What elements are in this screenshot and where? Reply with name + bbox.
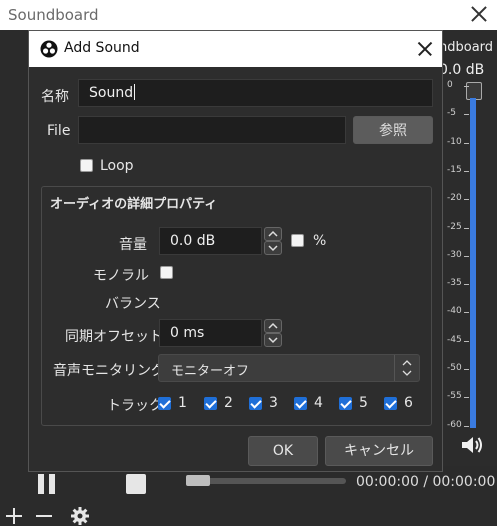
chevron-up-icon <box>268 322 278 329</box>
chevron-down-icon <box>268 245 278 252</box>
cancel-button[interactable]: キャンセル <box>325 436 433 466</box>
meter-tick-label: -20 <box>447 193 469 204</box>
browse-button[interactable]: 参照 <box>353 116 433 144</box>
meter-tick-label: -55 <box>447 391 469 402</box>
soundboard-title: Soundboard <box>8 6 99 24</box>
gear-icon[interactable] <box>70 506 90 526</box>
text-caret <box>134 84 136 100</box>
remove-icon[interactable] <box>36 515 52 517</box>
close-icon[interactable] <box>417 41 433 57</box>
track-3-label: 3 <box>269 395 278 411</box>
monitoring-label: 音声モニタリング <box>53 363 165 379</box>
balance-label: バランス <box>105 296 161 312</box>
tracks-row: 1 2 3 4 5 6 <box>158 395 428 415</box>
file-label: File <box>47 123 71 139</box>
volume-spinbox[interactable]: 0.0 dB <box>159 227 262 255</box>
sync-offset-label: 同期オフセット <box>65 329 163 345</box>
track-6-checkbox[interactable] <box>384 397 397 410</box>
track-1-label: 1 <box>178 395 187 411</box>
meter-tick-label: -40 <box>447 306 469 317</box>
monitoring-value: モニターオフ <box>171 364 250 379</box>
volume-value: 0.0 dB <box>170 233 216 249</box>
name-value: Sound <box>89 85 134 101</box>
mono-label: モノラル <box>93 268 149 284</box>
soundboard-titlebar: Soundboard <box>0 0 497 30</box>
meter-tick-label: -45 <box>447 334 469 345</box>
speaker-icon[interactable] <box>460 434 484 456</box>
chevron-up-icon <box>268 230 278 237</box>
dialog-titlebar: Add Sound <box>29 31 442 67</box>
meter-tick-label: -10 <box>447 136 469 147</box>
panel-header: ndboard <box>439 40 494 55</box>
sync-offset-spinbox[interactable]: 0 ms <box>159 319 262 347</box>
mono-checkbox[interactable] <box>160 266 173 279</box>
sync-offset-decrement-button[interactable] <box>264 333 282 347</box>
sync-offset-increment-button[interactable] <box>264 319 282 333</box>
name-input[interactable]: Sound <box>78 79 433 107</box>
close-icon[interactable] <box>471 5 487 23</box>
chevron-down-icon <box>268 337 278 344</box>
sync-offset-spin-buttons <box>264 319 282 347</box>
meter-tick-label: 0 <box>447 80 469 90</box>
track-4-checkbox[interactable] <box>294 397 307 410</box>
track-2-checkbox[interactable] <box>204 397 217 410</box>
track-6-label: 6 <box>404 395 413 411</box>
pause-icon[interactable] <box>36 474 58 494</box>
meter-tick-label: -50 <box>447 363 469 373</box>
ok-button[interactable]: OK <box>248 436 318 466</box>
time-display: 00:00:00 / 00:00:00 <box>356 474 496 490</box>
file-path-input[interactable] <box>78 116 346 144</box>
track-5-checkbox[interactable] <box>339 397 352 410</box>
seek-bar[interactable] <box>186 478 346 484</box>
add-icon[interactable] <box>6 508 22 524</box>
chevron-up-down-icon <box>402 360 412 376</box>
track-4-label: 4 <box>314 395 323 411</box>
obs-logo-icon <box>40 40 58 58</box>
volume-increment-button[interactable] <box>264 227 282 241</box>
track-1-checkbox[interactable] <box>158 397 171 410</box>
group-title: オーディオの詳細プロパティ <box>50 197 218 212</box>
seek-handle[interactable] <box>186 475 210 486</box>
meter-tick-label: -15 <box>447 164 469 175</box>
volume-label: 音量 <box>119 237 147 253</box>
percent-checkbox[interactable] <box>291 234 304 247</box>
monitoring-select[interactable]: モニターオフ <box>158 354 420 382</box>
select-arrow <box>394 355 419 381</box>
volume-decrement-button[interactable] <box>264 241 282 255</box>
meter-tick-label: -35 <box>447 278 469 289</box>
sync-offset-value: 0 ms <box>170 325 205 341</box>
tracks-label: トラック <box>107 398 163 414</box>
track-5-label: 5 <box>359 395 368 411</box>
add-sound-dialog: Add Sound 名称 Sound File 参照 Loop オーディオの詳細… <box>28 30 443 472</box>
name-label: 名称 <box>41 89 69 105</box>
track-2-label: 2 <box>224 395 233 411</box>
percent-label: % <box>313 233 327 249</box>
dialog-title: Add Sound <box>64 40 140 56</box>
volume-meter-bar[interactable] <box>470 98 476 428</box>
meter-tick-label: -5 <box>447 108 469 119</box>
stop-icon[interactable] <box>126 474 146 494</box>
advanced-audio-group: オーディオの詳細プロパティ <box>41 186 432 426</box>
meter-tick-label: -60 <box>447 419 469 430</box>
meter-tick-label: -30 <box>447 249 469 260</box>
meter-tick-label: -25 <box>447 221 469 232</box>
loop-checkbox[interactable] <box>80 159 93 172</box>
loop-label: Loop <box>100 158 134 174</box>
volume-spin-buttons <box>264 227 282 255</box>
volume-db-readout: 0.0 dB <box>439 62 485 78</box>
track-3-checkbox[interactable] <box>249 397 262 410</box>
